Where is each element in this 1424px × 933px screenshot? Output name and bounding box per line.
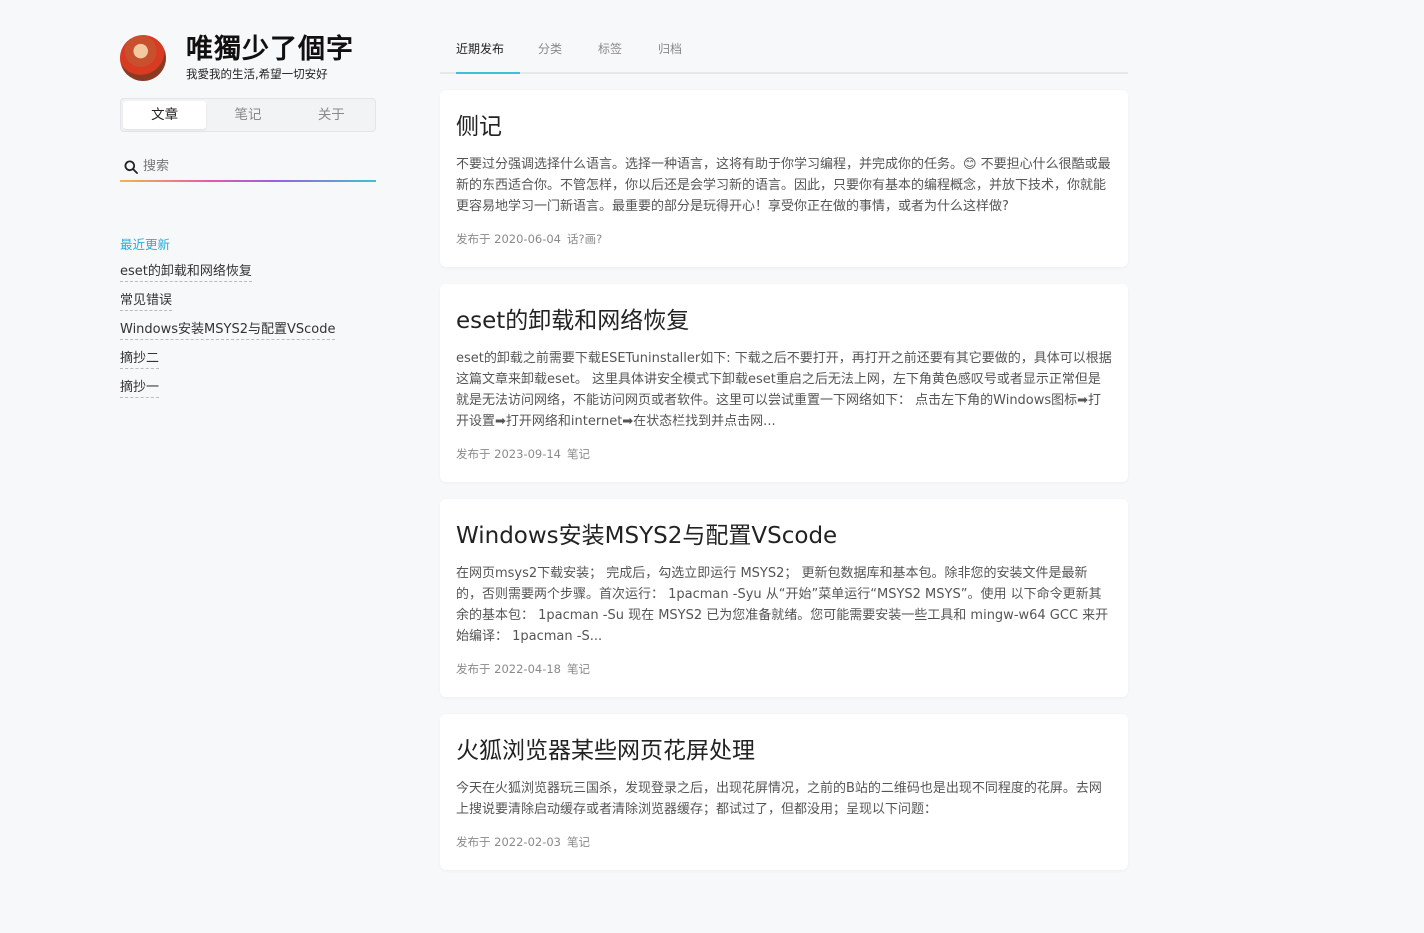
sidebar: 唯獨少了個字 我愛我的生活,希望一切安好 文章 笔记 关于 最近更新 eset的… bbox=[120, 30, 376, 404]
post-category[interactable]: 话?画? bbox=[567, 232, 602, 246]
main-content: 近期发布 分类 标签 归档 侧记 不要过分强调选择什么语言。选择一种语言，这将有… bbox=[440, 30, 1128, 887]
post-date: 发布于 2023-09-14 bbox=[456, 447, 561, 461]
post-card[interactable]: eset的卸载和网络恢复 eset的卸载之前需要下载ESETuninstalle… bbox=[440, 284, 1128, 482]
post-card[interactable]: 侧记 不要过分强调选择什么语言。选择一种语言，这将有助于你学习编程，并完成你的任… bbox=[440, 90, 1128, 267]
post-meta: 发布于 2020-06-04 话?画? bbox=[456, 231, 1112, 247]
post-excerpt: 不要过分强调选择什么语言。选择一种语言，这将有助于你学习编程，并完成你的任务。😊… bbox=[456, 157, 1111, 214]
recent-link[interactable]: 常见错误 bbox=[120, 288, 173, 311]
post-title[interactable]: 侧记 bbox=[456, 112, 1112, 142]
post-category[interactable]: 笔记 bbox=[567, 662, 590, 676]
post-meta: 发布于 2022-04-18 笔记 bbox=[456, 661, 1112, 677]
tab-archives[interactable]: 归档 bbox=[640, 30, 700, 72]
post-excerpt: eset的卸载之前需要下载ESETuninstaller如下: 下载之后不要打开… bbox=[456, 351, 1112, 429]
tab-notes[interactable]: 笔记 bbox=[206, 101, 289, 129]
recent-link[interactable]: eset的卸载和网络恢复 bbox=[120, 259, 252, 282]
site-heading: 唯獨少了個字 我愛我的生活,希望一切安好 bbox=[186, 35, 354, 82]
search-underline bbox=[120, 180, 376, 182]
recent-link[interactable]: 摘抄二 bbox=[120, 346, 160, 369]
app-root: 唯獨少了個字 我愛我的生活,希望一切安好 文章 笔记 关于 最近更新 eset的… bbox=[0, 0, 1424, 933]
post-title[interactable]: eset的卸载和网络恢复 bbox=[456, 306, 1112, 336]
post-meta: 发布于 2023-09-14 笔记 bbox=[456, 446, 1112, 462]
search-icon bbox=[124, 160, 138, 174]
search-box bbox=[120, 154, 376, 182]
post-date: 发布于 2020-06-04 bbox=[456, 232, 561, 246]
tab-categories[interactable]: 分类 bbox=[520, 30, 580, 72]
site-subtitle: 我愛我的生活,希望一切安好 bbox=[186, 67, 328, 81]
tab-tags[interactable]: 标签 bbox=[580, 30, 640, 72]
recent-heading: 最近更新 bbox=[120, 237, 171, 252]
post-date: 发布于 2022-02-03 bbox=[456, 835, 561, 849]
post-card[interactable]: Windows安装MSYS2与配置VScode 在网页msys2下载安装； 完成… bbox=[440, 499, 1128, 697]
site-title[interactable]: 唯獨少了個字 bbox=[186, 35, 354, 65]
recent-link[interactable]: 摘抄一 bbox=[120, 375, 160, 398]
post-list: 侧记 不要过分强调选择什么语言。选择一种语言，这将有助于你学习编程，并完成你的任… bbox=[440, 90, 1128, 870]
list-item: Windows安装MSYS2与配置VScode bbox=[120, 317, 376, 346]
post-meta: 发布于 2022-02-03 笔记 bbox=[456, 834, 1112, 850]
post-date: 发布于 2022-04-18 bbox=[456, 662, 561, 676]
list-item: eset的卸载和网络恢复 bbox=[120, 259, 376, 288]
post-title[interactable]: Windows安装MSYS2与配置VScode bbox=[456, 521, 1112, 551]
section-tabs: 文章 笔记 关于 bbox=[120, 98, 376, 132]
recent-link[interactable]: Windows安装MSYS2与配置VScode bbox=[120, 317, 336, 340]
profile: 唯獨少了個字 我愛我的生活,希望一切安好 bbox=[120, 30, 376, 86]
avatar[interactable] bbox=[120, 35, 166, 81]
post-tabs: 近期发布 分类 标签 归档 bbox=[440, 30, 1128, 74]
list-item: 常见错误 bbox=[120, 288, 376, 317]
list-item: 摘抄一 bbox=[120, 375, 376, 404]
tab-about[interactable]: 关于 bbox=[290, 101, 373, 129]
post-excerpt: 在网页msys2下载安装； 完成后，勾选立即运行 MSYS2； 更新包数据库和基… bbox=[456, 566, 1109, 644]
tab-recent-posts[interactable]: 近期发布 bbox=[440, 30, 520, 74]
search-input[interactable] bbox=[120, 154, 376, 178]
post-category[interactable]: 笔记 bbox=[567, 447, 590, 461]
post-card[interactable]: 火狐浏览器某些网页花屏处理 今天在火狐浏览器玩三国杀，发现登录之后，出现花屏情况… bbox=[440, 714, 1128, 870]
tab-articles[interactable]: 文章 bbox=[123, 101, 207, 129]
post-category[interactable]: 笔记 bbox=[567, 835, 590, 849]
post-title[interactable]: 火狐浏览器某些网页花屏处理 bbox=[456, 736, 1112, 766]
list-item: 摘抄二 bbox=[120, 346, 376, 375]
post-excerpt: 今天在火狐浏览器玩三国杀，发现登录之后，出现花屏情况，之前的B站的二维码也是出现… bbox=[456, 781, 1102, 817]
recent-list: eset的卸载和网络恢复 常见错误 Windows安装MSYS2与配置VScod… bbox=[120, 259, 376, 404]
